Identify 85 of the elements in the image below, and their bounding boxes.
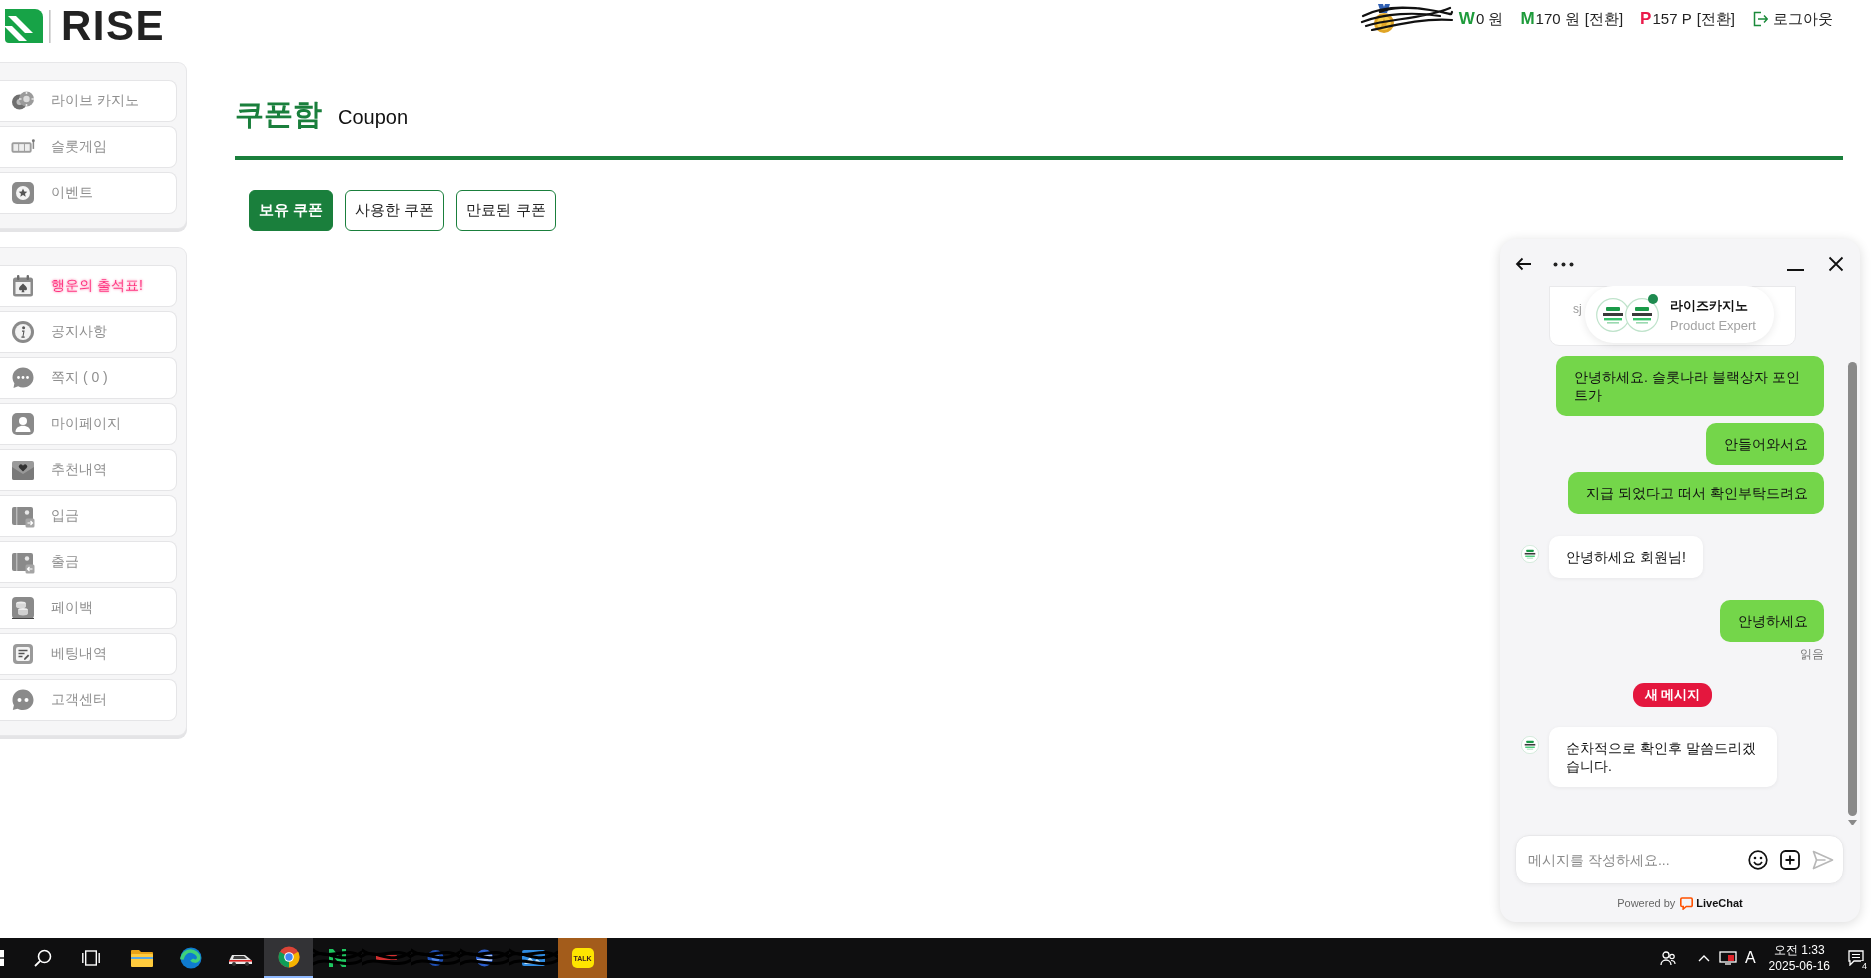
- coupon-tab[interactable]: 보유 쿠폰: [249, 190, 334, 231]
- currency-symbol: W: [1458, 9, 1475, 29]
- chat-bubble-icon: [11, 366, 35, 390]
- nav-link[interactable]: 베팅내역: [0, 633, 177, 675]
- convert-link[interactable]: [전환]: [1584, 10, 1624, 29]
- notification-icon[interactable]: [1848, 950, 1864, 966]
- message-field[interactable]: 메시지를 작성하세요...: [1528, 847, 1736, 872]
- message-bubble: 안들어와서요: [1706, 423, 1824, 465]
- avatar-icon: [1521, 545, 1539, 563]
- slot-machine-icon: [11, 139, 35, 155]
- nav-link[interactable]: 쪽지 ( 0 ): [0, 357, 177, 399]
- message-input-box[interactable]: 메시지를 작성하세요...: [1515, 835, 1844, 884]
- avatar-icon: [1596, 297, 1630, 332]
- task-view-icon[interactable]: [82, 950, 100, 966]
- clock-button[interactable]: 오전 1:33 2025-06-16: [1768, 942, 1830, 974]
- scroll-down-icon[interactable]: [1848, 820, 1857, 825]
- menu-dots-icon[interactable]: [1553, 261, 1574, 267]
- info-icon: [11, 320, 35, 344]
- message-bubble: 안녕하세요 회원님!: [1549, 536, 1703, 578]
- nav-link[interactable]: 공지사항: [0, 311, 177, 353]
- wallet-icon: [11, 504, 35, 528]
- nav-link[interactable]: 마이페이지: [0, 403, 177, 445]
- nav-link[interactable]: 이벤트: [0, 172, 177, 214]
- nav-link[interactable]: 고객센터: [0, 679, 177, 721]
- browser-icon[interactable]: [277, 946, 300, 968]
- notification-count: 4: [1861, 961, 1868, 971]
- currency-symbol: P: [1640, 9, 1652, 29]
- currency-symbol: M: [1520, 9, 1535, 29]
- avatar-icon: [1625, 297, 1659, 332]
- medal-icon: [1371, 4, 1396, 34]
- face-bubble-icon: [11, 688, 35, 712]
- swirl-browser-icon[interactable]: [179, 947, 202, 969]
- nav-link[interactable]: 행운의 출석표!: [0, 265, 177, 307]
- read-status: 읽음: [1800, 646, 1824, 663]
- close-icon[interactable]: [1828, 256, 1844, 272]
- wallet-icon: [11, 550, 35, 574]
- brand-name: LiveChat: [1696, 897, 1743, 909]
- coupon-tab[interactable]: 사용한 쿠폰: [345, 190, 445, 231]
- balance-amount: 170 원: [1535, 10, 1580, 29]
- message-bubble: 안녕하세요: [1720, 600, 1824, 642]
- nav-link[interactable]: 추천내역: [0, 449, 177, 491]
- nav-link[interactable]: 라이브 카지노: [0, 80, 177, 122]
- message-bubble: 순차적으로 확인후 말씀드리겠습니다.: [1549, 727, 1777, 787]
- emoji-icon[interactable]: [1748, 849, 1768, 870]
- message-bubble: 지급 되었다고 떠서 확인부탁드려요: [1568, 472, 1824, 514]
- back-arrow-icon[interactable]: [1515, 257, 1532, 271]
- page-title: 쿠폰함: [235, 97, 322, 132]
- input-method-indicator[interactable]: A: [1744, 949, 1756, 967]
- star-badge-icon: [11, 181, 35, 205]
- logo-icon: [5, 9, 51, 43]
- speech-bubble-icon: [1680, 896, 1694, 910]
- coins-icon: [11, 596, 35, 620]
- new-message-badge: 새 메시지: [1632, 683, 1713, 707]
- logout-icon: [1752, 11, 1768, 27]
- page-subtitle: Coupon: [338, 106, 409, 129]
- nav-link[interactable]: 슬롯게임: [0, 126, 177, 168]
- windows-logo-icon[interactable]: [0, 950, 5, 966]
- people-icon[interactable]: [1659, 950, 1676, 966]
- chevron-up-icon[interactable]: [1697, 954, 1710, 962]
- nav-link[interactable]: 출금: [0, 541, 177, 583]
- heart-envelope-icon: [11, 458, 35, 482]
- message-bubble: 안녕하세요. 슬롯나라 블랙상자 포인트가: [1556, 356, 1824, 416]
- network-icon[interactable]: [1718, 951, 1737, 965]
- notepad-icon: [11, 642, 35, 666]
- powered-by-text: Powered by: [1617, 897, 1676, 909]
- agent-name: 라이즈카지노: [1670, 296, 1749, 315]
- nav-link[interactable]: 입금: [0, 495, 177, 537]
- scrollbar-thumb[interactable]: [1848, 362, 1857, 816]
- user-icon: [11, 412, 35, 436]
- taskbar-app-button[interactable]: [264, 938, 313, 978]
- search-icon[interactable]: [34, 949, 52, 967]
- coupon-tab[interactable]: 만료된 쿠폰: [456, 190, 556, 231]
- logout-link[interactable]: 로그아웃: [1752, 9, 1833, 29]
- agent-role: Product Expert: [1670, 317, 1756, 333]
- nav-link[interactable]: 페이백: [0, 587, 177, 629]
- card-text: sj: [1573, 302, 1582, 316]
- convert-link[interactable]: [전환]: [1696, 10, 1735, 29]
- add-icon[interactable]: [1780, 849, 1800, 870]
- folder-icon[interactable]: [130, 949, 153, 967]
- balance-amount: 157 P: [1652, 10, 1692, 27]
- balance-amount: 0 원: [1475, 10, 1504, 29]
- avatar-icon: [1521, 736, 1539, 754]
- calendar-icon: [11, 274, 35, 298]
- casino-chips-icon: [11, 89, 35, 113]
- logo-text: RISE: [61, 5, 166, 47]
